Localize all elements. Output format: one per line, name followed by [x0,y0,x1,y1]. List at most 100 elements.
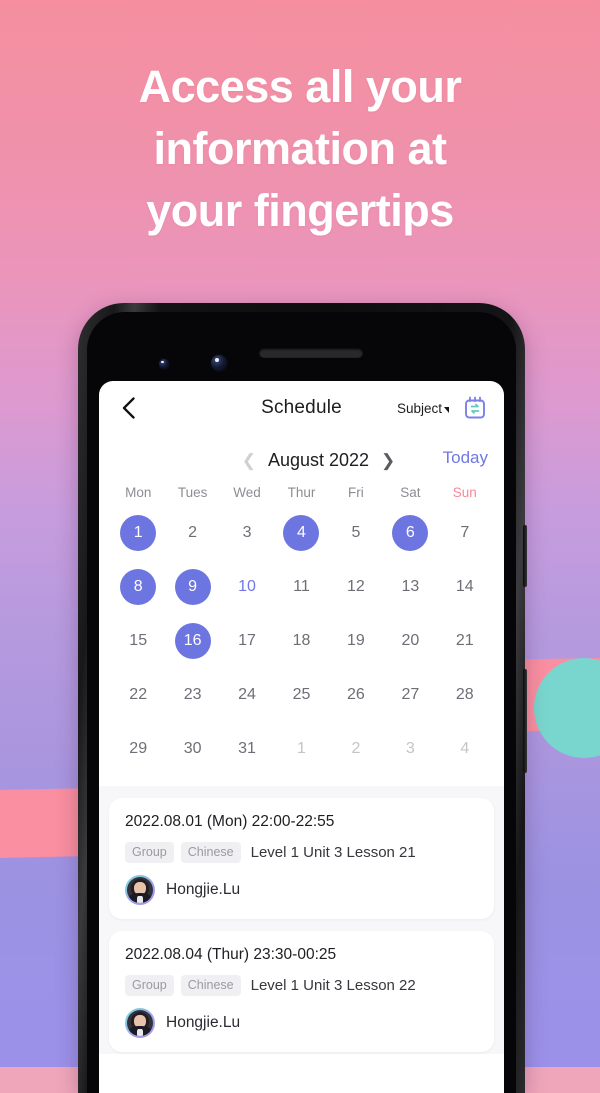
event-tag: Group [125,842,174,863]
weekday-thur: Thur [287,485,316,500]
calendar-week-row: 1234567 [111,506,492,560]
event-lesson-title: Level 1 Unit 3 Lesson 22 [250,977,416,994]
calendar-day[interactable]: 13 [392,569,428,605]
event-meta: Group Chinese Level 1 Unit 3 Lesson 22 [125,975,478,996]
next-month-button[interactable]: ❯ [381,452,395,469]
avatar-shirt [137,895,143,903]
headline-line-2: information at [153,123,448,174]
calendar-day[interactable]: 24 [229,677,265,713]
event-tag: Chinese [180,842,241,863]
teacher-name: Hongjie.Lu [166,1014,241,1031]
event-meta: Group Chinese Level 1 Unit 3 Lesson 21 [125,842,478,863]
calendar-day[interactable]: 30 [175,731,211,767]
app-screen: Schedule Subject ❮ August 2022 ❯ Today M… [99,381,504,1093]
weekday-fri: Fri [348,485,364,500]
calendar-day[interactable]: 8 [120,569,157,605]
caret-down-icon [444,406,449,413]
weekday-wed: Wed [233,485,261,500]
phone-power-button[interactable] [523,525,527,587]
calendar-day[interactable]: 2 [175,515,211,551]
weekday-tues: Tues [177,485,208,500]
calendar-week-row: 15 16 17 18 19 20 21 [111,614,492,668]
phone-mockup: Schedule Subject ❮ August 2022 ❯ Today M… [78,303,527,1093]
avatar-shirt [137,1028,143,1036]
calendar-day[interactable]: 4 [283,515,320,551]
event-lesson-title: Level 1 Unit 3 Lesson 21 [250,844,416,861]
calendar-week-row: 8 9 10 11 12 13 14 [111,560,492,614]
calendar-sync-button[interactable] [462,395,488,421]
calendar-grid: Mon Tues Wed Thur Fri Sat Sun 1234567891… [99,479,504,786]
back-button[interactable] [115,395,141,421]
month-selector: ❮ August 2022 ❯ [208,450,396,471]
calendar-day[interactable]: 11 [283,569,319,605]
headline-line-1: Access all your [138,61,462,112]
calendar-day[interactable]: 29 [120,731,156,767]
calendar-day[interactable]: 21 [447,623,483,659]
avatar-image [127,877,153,903]
chevron-left-icon [122,397,135,419]
calendar-day[interactable]: 5 [338,515,374,551]
calendar-week-row: 22 23 24 25 26 27 28 [111,668,492,722]
event-teacher: Hongjie.Lu [125,875,478,905]
calendar-day[interactable]: 17 [229,623,265,659]
calendar-day[interactable]: 27 [392,677,428,713]
prev-month-button[interactable]: ❮ [242,452,256,469]
event-card[interactable]: 2022.08.04 (Thur) 23:30-00:25 Group Chines… [109,931,494,1052]
calendar-day[interactable]: 28 [447,677,483,713]
calendar-day[interactable]: 3 [392,731,428,767]
phone-volume-button[interactable] [523,669,527,773]
subject-filter-label: Subject [396,400,442,416]
calendar-day[interactable]: 4 [447,731,483,767]
calendar-day[interactable]: 10 [229,569,265,605]
navbar-actions: Subject [397,395,488,421]
calendar-day[interactable]: 16 [174,623,211,659]
earpiece-speaker [259,348,363,358]
weekday-sun: Sun [452,485,477,500]
calendar-day[interactable]: 9 [174,569,211,605]
front-camera-primary-icon [211,355,227,371]
calendar-day[interactable]: 22 [120,677,156,713]
today-button[interactable]: Today [443,448,488,468]
calendar-day[interactable]: 23 [175,677,211,713]
event-list: 2022.08.01 (Mon) 22:00-22:55 Group Chinese… [99,786,504,1054]
calendar-day[interactable]: 1 [120,515,157,551]
month-navigation: ❮ August 2022 ❯ Today [99,435,504,479]
calendar-week-row: 29 30 31 1 2 3 4 [111,722,492,776]
weekday-header-row: Mon Tues Wed Thur Fri Sat Sun [111,485,492,500]
app-navbar: Schedule Subject [99,381,504,435]
subject-filter-button[interactable]: Subject [397,401,449,416]
weekday-sat: Sat [400,485,421,500]
calendar-day[interactable]: 19 [338,623,374,659]
calendar-sync-icon [465,396,485,419]
teacher-name: Hongjie.Lu [166,881,241,898]
event-card[interactable]: 2022.08.01 (Mon) 22:00-22:55 Group Chinese… [109,798,494,919]
calendar-day[interactable]: 2 [338,731,374,767]
calendar-day[interactable]: 1 [283,731,319,767]
calendar-day[interactable]: 15 [120,623,156,659]
calendar-day[interactable]: 6 [392,515,429,551]
calendar-day[interactable]: 18 [283,623,319,659]
calendar-day[interactable]: 31 [229,731,265,767]
front-camera-secondary-icon [159,359,169,369]
calendar-day[interactable]: 26 [338,677,374,713]
weekday-mon: Mon [125,485,152,500]
month-label: August 2022 [267,449,370,470]
event-cards: 2022.08.01 (Mon) 22:00-22:55 Group Chinese… [109,798,494,1052]
event-tag: Chinese [180,975,241,996]
event-time: 2022.08.04 (Thur) 23:30-00:25 [125,946,337,963]
calendar-weeks: 1 2 3 4 5 6 7 8 9 10 11 12 13 14 15 16 17 18 19 20 21 22 23 24 2… [111,506,492,776]
event-tag: Group [125,975,174,996]
avatar-image [127,1010,153,1036]
calendar-day[interactable]: 20 [392,623,428,659]
calendar-day[interactable]: 14 [447,569,483,605]
teacher-avatar [125,875,155,905]
headline-line-3: your fingertips [146,185,454,236]
promo-headline: Access all your information at your fing… [0,56,600,242]
calendar-day[interactable]: 3 [229,515,265,551]
teacher-avatar [125,1008,155,1038]
event-time: 2022.08.01 (Mon) 22:00-22:55 [125,813,335,830]
calendar-day[interactable]: 12 [338,569,374,605]
calendar-day[interactable]: 25 [283,677,319,713]
event-teacher: Hongjie.Lu [125,1008,478,1038]
calendar-day[interactable]: 7 [447,515,483,551]
